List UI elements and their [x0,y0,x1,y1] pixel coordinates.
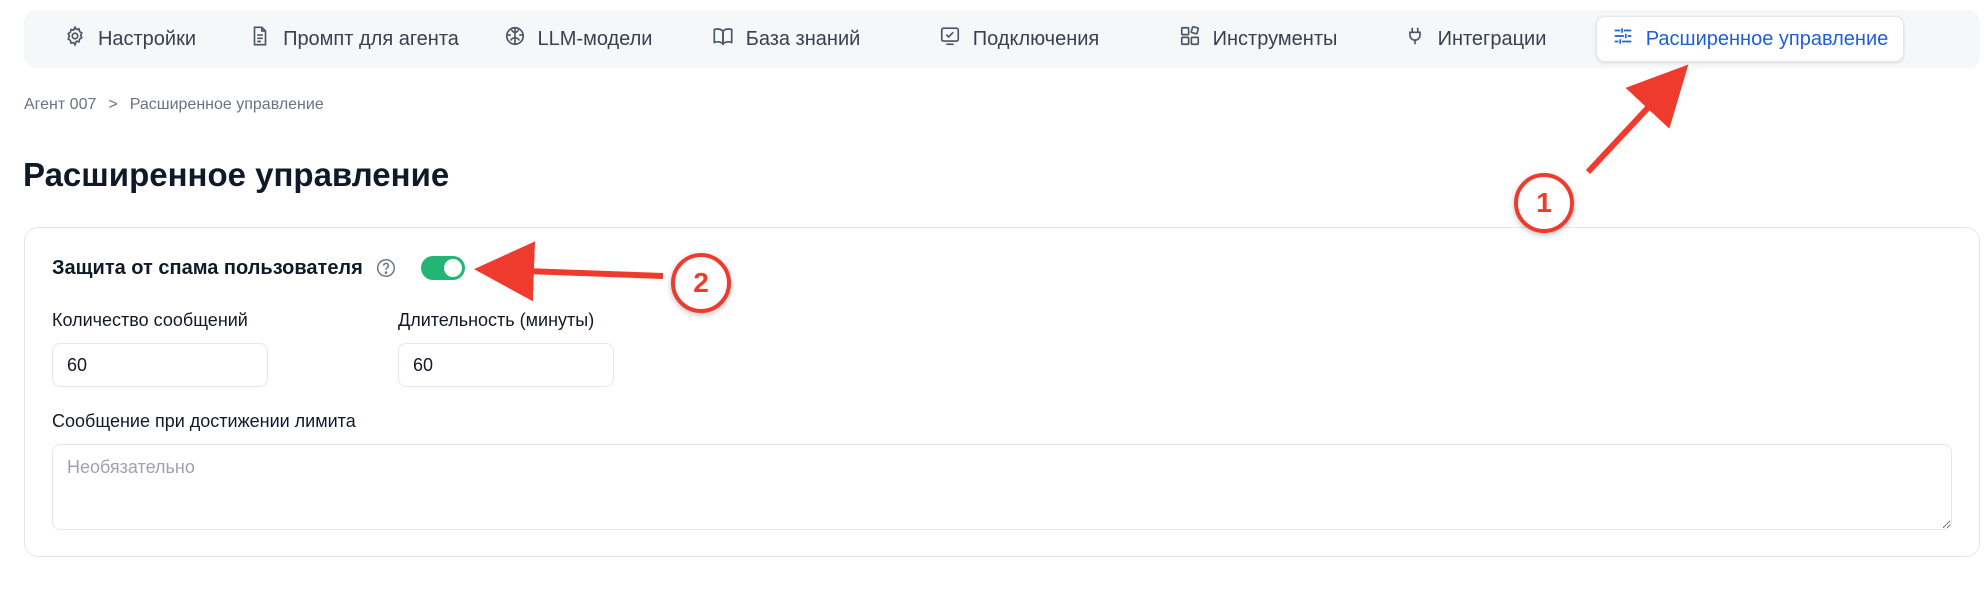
annotation-badge-1: 1 [1514,173,1574,233]
duration-label: Длительность (минуты) [398,310,595,330]
limit-message-label: Сообщение при достижении лимита [52,411,356,431]
messages-count-label: Количество сообщений [52,310,248,330]
spam-protection-header: Защита от спама пользователя [52,256,465,280]
annotation-arrow-1 [1585,64,1689,175]
spam-protection-title: Защита от спама пользователя [52,256,363,279]
tab-connections[interactable]: Подключения [894,16,1144,62]
tab-advanced-control[interactable]: Расширенное управление [1596,16,1904,62]
page-title: Расширенное управление [23,156,450,193]
breadcrumb-root[interactable]: Агент 007 [24,96,96,114]
tab-integrations[interactable]: Интеграции [1372,16,1578,62]
tab-knowledge-base[interactable]: База знаний [678,16,894,62]
breadcrumb-separator: > [108,96,118,113]
tab-bar: Настройки Промпт для агента LLM-модели Б… [24,10,1980,68]
book-icon [712,25,734,53]
duration-input[interactable] [398,343,614,387]
limit-message-textarea[interactable] [52,444,1952,530]
brain-icon [504,25,526,53]
messages-count-input[interactable] [52,343,268,387]
tab-settings[interactable]: Настройки [30,16,230,62]
breadcrumb: Агент 007 > Расширенное управление [24,96,324,114]
spam-protection-toggle[interactable] [420,256,465,280]
tab-tools[interactable]: Инструменты [1144,16,1372,62]
sliders-icon [1612,25,1634,53]
checkbox-window-icon [939,25,961,53]
gear-icon [64,25,86,53]
breadcrumb-current: Расширенное управление [129,96,324,113]
tab-agent-prompt[interactable]: Промпт для агента [230,16,478,62]
plug-icon [1404,25,1426,53]
help-circle-icon[interactable] [375,257,397,279]
spam-protection-card: Защита от спама пользователя Количество … [24,227,1980,557]
annotation-badge-2: 2 [671,253,731,313]
tab-llm-models[interactable]: LLM-модели [478,16,678,62]
blocks-icon [1179,25,1201,53]
toggle-knob [443,259,462,277]
document-icon [249,25,271,53]
